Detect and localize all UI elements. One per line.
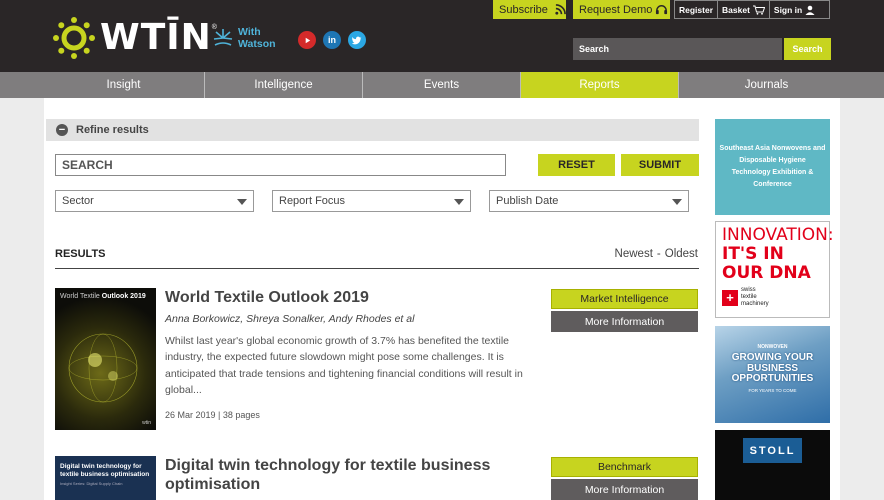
request-demo-button[interactable]: Request Demo [573, 0, 670, 19]
more-information-button[interactable]: More Information [551, 479, 698, 500]
site-search-input[interactable]: Search [573, 38, 782, 60]
report-thumbnail[interactable]: Digital twin technology for textile busi… [55, 456, 156, 500]
submit-button[interactable]: SUBMIT [621, 154, 699, 176]
ad3-small: NONWOVEN [757, 344, 788, 350]
ad2-line3: OUR DNA [722, 263, 811, 283]
twitter-icon[interactable] [348, 31, 366, 49]
nav-item-reports[interactable]: Reports [521, 72, 679, 98]
report-category-tag[interactable]: Benchmark [551, 457, 698, 477]
watson-icon [213, 29, 233, 46]
reset-button[interactable]: RESET [538, 154, 615, 176]
publish-date-select[interactable]: Publish Date [489, 190, 689, 212]
refine-title: Refine results [76, 124, 149, 136]
ad2-brand-line1: swiss [741, 287, 756, 293]
nav-item-insight[interactable]: Insight [0, 72, 205, 98]
watson-line2: Watson [238, 38, 276, 50]
globe-graphic [68, 333, 138, 403]
sort-newest[interactable]: Newest [615, 248, 653, 260]
report-meta: 26 Mar 2019 | 38 pages [165, 410, 260, 420]
sign-in-link[interactable]: Sign in [770, 5, 819, 15]
report-category-tag[interactable]: Market Intelligence [551, 289, 698, 309]
collapse-icon: − [56, 124, 68, 136]
more-information-button[interactable]: More Information [551, 311, 698, 332]
chevron-down-icon [237, 199, 247, 205]
thumb-title-bold: Outlook 2019 [101, 293, 146, 300]
report-title-link[interactable]: World Textile Outlook 2019 [165, 288, 369, 307]
report-focus-select[interactable]: Report Focus [272, 190, 471, 212]
thumb-brand: wtin [142, 420, 151, 426]
ad2-brand-line2: textile [741, 294, 757, 300]
report-search-input[interactable]: SEARCH [55, 154, 506, 176]
wtin-logo[interactable]: WTĪN ® [52, 16, 217, 60]
nav-item-journals[interactable]: Journals [679, 72, 884, 98]
sun-logo-icon [53, 17, 95, 59]
ad-nonwoven-growth[interactable]: NONWOVEN GROWING YOUR BUSINESS OPPORTUNI… [715, 326, 830, 423]
thumb-title-pre: World Textile [60, 293, 100, 300]
basket-link[interactable]: Basket [718, 5, 769, 15]
user-icon [805, 5, 815, 15]
ad2-brand-line3: machinery [741, 301, 769, 307]
ad2-line1: INNOVATION: [722, 225, 834, 245]
nav-item-events[interactable]: Events [363, 72, 521, 98]
headset-icon [656, 5, 668, 15]
site-search-button[interactable]: Search [784, 38, 831, 60]
rss-icon [555, 4, 566, 15]
sector-select[interactable]: Sector [55, 190, 254, 212]
sort-separator: - [656, 248, 661, 260]
report-authors: Anna Borkowicz, Shreya Sonalker, Andy Rh… [165, 313, 415, 325]
publish-date-select-label: Publish Date [496, 195, 559, 207]
sector-select-label: Sector [62, 195, 94, 207]
thumb-title: Digital twin technology for textile busi… [60, 463, 150, 478]
report-focus-select-label: Report Focus [279, 195, 346, 207]
main-nav: Insight Intelligence Events Reports Jour… [0, 72, 884, 98]
basket-label: Basket [722, 4, 750, 15]
report-description: Whilst last year's global economic growt… [165, 335, 523, 396]
results-divider [55, 268, 699, 269]
subscribe-label: Subscribe [499, 3, 548, 16]
ad-swiss-textile[interactable]: INNOVATION: IT'S IN OUR DNA + swiss text… [715, 221, 834, 318]
chevron-down-icon [672, 199, 682, 205]
results-heading: RESULTS [55, 248, 106, 260]
basket-icon [752, 5, 765, 15]
linkedin-icon[interactable]: in [323, 31, 341, 49]
swiss-cross-icon: + [722, 289, 738, 306]
with-watson-badge: With Watson [212, 26, 276, 50]
ad-nonwovens-expo[interactable]: Southeast Asia Nonwovens and Disposable … [715, 119, 830, 215]
ad3-headline: GROWING YOUR BUSINESS OPPORTUNITIES [731, 352, 814, 384]
sort-controls: Newest - Oldest [615, 248, 698, 260]
refine-results-toggle[interactable]: − Refine results [46, 119, 699, 141]
watson-line1: With [238, 26, 261, 38]
youtube-icon[interactable] [298, 31, 316, 49]
report-title-link[interactable]: Digital twin technology for textile busi… [165, 456, 505, 494]
register-link[interactable]: Register [675, 5, 717, 15]
nav-item-intelligence[interactable]: Intelligence [205, 72, 363, 98]
ad2-line2: IT'S IN [722, 244, 784, 264]
chevron-down-icon [454, 199, 464, 205]
account-bar: Register Basket Sign in [674, 0, 830, 19]
right-gutter [840, 98, 884, 500]
thumb-subtitle: Insight Series: Digital Supply Chain [60, 481, 123, 486]
logo-wordmark: WTĪN [100, 17, 212, 58]
left-gutter [0, 98, 44, 500]
ad-stoll[interactable]: STOLL [715, 430, 830, 500]
ad1-text: Southeast Asia Nonwovens and Disposable … [719, 145, 826, 188]
request-demo-label: Request Demo [579, 3, 653, 16]
subscribe-button[interactable]: Subscribe [493, 0, 566, 19]
site-header: WTĪN ® With Watson in Subscribe Request [0, 0, 884, 72]
stoll-logo: STOLL [743, 438, 802, 463]
sort-oldest[interactable]: Oldest [665, 248, 698, 260]
ad3-footer: FOR YEARS TO COME [748, 387, 797, 393]
report-thumbnail[interactable]: World Textile Outlook 2019 wtin [55, 288, 156, 430]
sign-in-label: Sign in [773, 4, 803, 15]
